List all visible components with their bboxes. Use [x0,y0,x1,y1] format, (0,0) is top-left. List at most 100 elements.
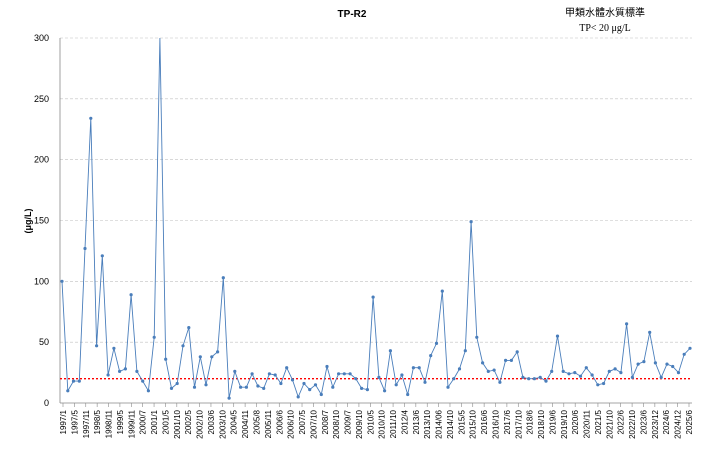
x-tick-label: 2010/10 [378,409,387,438]
x-tick-label: 2019/6 [548,409,557,434]
data-point [106,373,110,377]
data-point [486,369,490,373]
data-point [665,362,669,366]
line-chart: TP-R2 甲類水體水質標準 TP< 20 μg/L (μg/L) 0 50 100… [23,6,694,439]
data-point [492,368,496,372]
x-tick-label: 2009/10 [355,409,364,438]
x-tick-label: 2018/6 [526,409,535,434]
data-point [210,355,214,359]
data-point [544,379,548,383]
data-point [550,369,554,373]
data-point [204,383,208,387]
x-tick-label: 2002/5 [184,409,193,434]
x-tick-label: 1998/11 [105,409,114,438]
chart-title: TP-R2 [338,9,367,20]
data-point [434,341,439,345]
data-point [515,350,519,354]
data-point [164,357,168,361]
x-tick-label: 2001/10 [173,409,182,438]
data-point [118,369,122,373]
data-point [285,366,289,370]
data-point [440,289,444,293]
x-tick-label: 2023/6 [639,409,648,434]
data-point [475,335,479,339]
data-point [319,392,323,397]
x-tick-label: 2017/10 [514,409,523,438]
data-point [567,372,571,376]
data-point [221,276,225,280]
data-point [290,378,295,382]
data-point [463,349,467,353]
data-point [394,383,398,387]
x-tick-label: 2021/5 [594,409,603,434]
x-tick-label: 2014/06 [435,409,444,438]
data-point [538,375,542,379]
data-point [584,366,588,370]
x-tick-label: 2008/10 [332,409,341,438]
data-point [360,386,364,390]
x-tick-label: 2007/5 [298,409,307,434]
data-point [400,373,404,377]
x-tick-label: 2024/6 [662,409,671,434]
y-tick-label: 250 [34,94,49,104]
data-point [89,116,93,120]
x-tick-label: 1997/11 [82,409,91,438]
x-tick-label: 2022/6 [617,409,626,434]
x-tick-label: 2006/6 [275,409,284,434]
data-point [590,373,594,377]
data-point [509,358,513,362]
data-point [71,379,76,383]
data-point [152,335,156,339]
data-point [146,389,150,393]
x-tick-label: 2006/10 [287,409,296,438]
data-point [636,362,640,366]
data-point [198,355,202,359]
data-point [216,350,220,354]
data-point [607,369,611,373]
x-tick-label: 2009/7 [344,409,353,434]
data-point [388,349,392,353]
data-point [561,369,565,373]
data-point [365,388,369,392]
x-tick-label: 2004/11 [241,409,250,438]
y-axis-ticks: 0 50 100 150 200 250 300 [34,33,49,408]
data-point [682,352,686,356]
x-tick-label: 2001/1 [150,409,159,434]
x-tick-label: 2005/8 [252,409,261,434]
x-tick-label: 2025/6 [685,409,694,434]
data-point [596,383,600,387]
x-tick-label: 2003/6 [207,409,216,434]
data-point [123,367,127,371]
data-point [653,361,658,365]
data-point [521,375,525,379]
data-point [498,380,502,384]
x-tick-label: 2022/10 [628,409,637,438]
x-tick-label: 2012/4 [400,409,409,434]
data-point [446,385,450,389]
data-point [555,334,560,338]
x-tick-label: 2019/10 [560,409,569,438]
data-point [187,326,191,330]
data-point [383,389,387,393]
data-point [233,369,237,373]
data-point [619,371,623,375]
data-point [273,373,277,377]
x-tick-label: 2010/5 [366,409,375,434]
data-point [342,372,346,376]
data-point [267,372,271,376]
data-point [192,385,197,389]
standard-note-line-1: 甲類水體水質標準 [565,6,645,19]
x-tick-label: 1999/11 [127,409,136,438]
data-point [135,369,139,373]
y-tick-label: 150 [34,216,49,226]
x-axis-ticks: 1997/1 1997/5 1997/11 1998/5 1998/11 1999/5 19… [59,403,694,439]
data-point [671,364,675,369]
data-point [175,381,179,386]
data-point [141,379,145,383]
x-tick-label: 2011/10 [389,409,398,438]
data-point [532,377,537,381]
x-tick-label: 1997/5 [70,409,79,434]
data-point [181,344,185,348]
data-point [227,396,231,400]
data-point [578,374,583,378]
